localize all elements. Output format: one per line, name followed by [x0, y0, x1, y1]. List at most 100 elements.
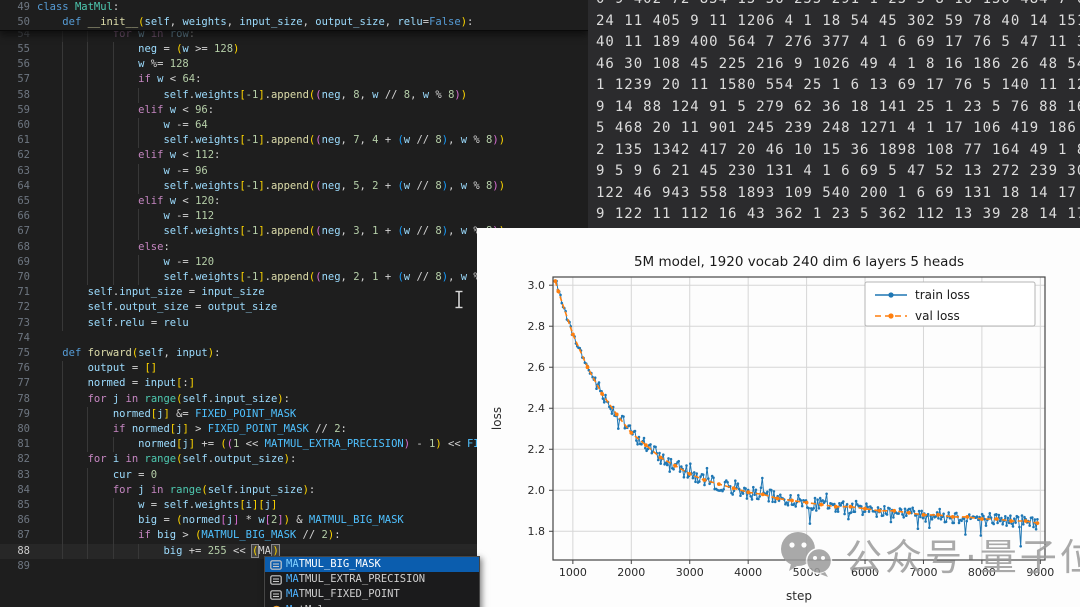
code-text: w %= 128 [37, 57, 189, 72]
svg-text:train loss: train loss [915, 288, 970, 302]
code-text: self.weights[-1].append((neg, 5, 2 + (w … [37, 179, 505, 194]
autocomplete-item-MatMul[interactable]: MatMul [265, 603, 479, 607]
autocomplete-item-MATMUL_BIG_MASK[interactable]: MATMUL_BIG_MASK [265, 557, 479, 572]
line-number[interactable]: 72 [0, 300, 30, 315]
code-text: class MatMul: [37, 0, 119, 15]
code-text: elif w < 96: [37, 103, 214, 118]
line-number[interactable]: 60 [0, 118, 30, 133]
line-number[interactable]: 80 [0, 422, 30, 437]
line-number[interactable]: 89 [0, 559, 30, 574]
numbers-row: 24 11 405 9 11 1206 4 1 18 54 45 302 59 … [596, 11, 1080, 33]
code-text: big = (normed[j] * w[2]) & MATMUL_BIG_MA… [37, 513, 404, 528]
line-number[interactable]: 78 [0, 392, 30, 407]
autocomplete-popup[interactable]: MATMUL_BIG_MASKMATMUL_EXTRA_PRECISIONMAT… [264, 556, 480, 607]
line-number[interactable]: 68 [0, 240, 30, 255]
code-text: def forward(self, input): [37, 346, 220, 361]
numbers-row: 122 46 943 558 1893 109 540 200 1 6 69 1… [596, 183, 1080, 205]
line-number[interactable]: 63 [0, 164, 30, 179]
code-text: self.weights[-1].append((neg, 3, 1 + (w … [37, 224, 505, 239]
line-number[interactable]: 66 [0, 209, 30, 224]
autocomplete-label: MATMUL_BIG_MASK [286, 557, 381, 572]
code-text: for j in range(self.input_size): [37, 483, 315, 498]
line-number[interactable]: 58 [0, 88, 30, 103]
svg-text:9000: 9000 [1026, 566, 1054, 579]
line-number[interactable]: 87 [0, 528, 30, 543]
chart-window: 1000200030004000500060007000800090001.82… [477, 228, 1080, 607]
line-number[interactable]: 73 [0, 316, 30, 331]
line-number[interactable]: 86 [0, 513, 30, 528]
line-number[interactable]: 55 [0, 42, 30, 57]
code-text: self.weights[-1].append((neg, 2, 1 + (w … [37, 270, 505, 285]
line-number[interactable]: 70 [0, 270, 30, 285]
code-text: output = [] [37, 361, 157, 376]
line-number[interactable]: 57 [0, 72, 30, 87]
chart-title: 5M model, 1920 vocab 240 dim 6 layers 5 … [634, 254, 964, 270]
numbers-output-panel[interactable]: 0 9 402 72 854 15 56 255 291 1 25 5 8 16… [588, 0, 1080, 229]
line-number[interactable]: 81 [0, 437, 30, 452]
line-number[interactable]: 67 [0, 224, 30, 239]
svg-text:8000: 8000 [968, 566, 996, 579]
code-text: for j in range(self.input_size): [37, 392, 290, 407]
code-text: w -= 64 [37, 118, 208, 133]
code-text: normed[j] += ((1 << MATMUL_EXTRA_PRECISI… [37, 437, 537, 452]
line-number[interactable]: 88 [0, 544, 30, 559]
constant-icon [268, 560, 284, 570]
numbers-row: 5 468 20 11 901 245 239 248 1271 4 1 17 … [596, 118, 1080, 140]
line-number[interactable]: 49 [0, 0, 30, 15]
line-number[interactable]: 82 [0, 452, 30, 467]
line-number[interactable]: 79 [0, 407, 30, 422]
code-text: if w < 64: [37, 72, 201, 87]
code-text: self.input_size = input_size [37, 285, 265, 300]
line-number[interactable]: 71 [0, 285, 30, 300]
line-number[interactable]: 64 [0, 179, 30, 194]
line-number[interactable]: 76 [0, 361, 30, 376]
code-text: self.weights[-1].append((neg, 8, w // 8,… [37, 88, 467, 103]
sticky-scroll-header[interactable]: 49 class MatMul: 50 def __init__(self, wei… [0, 0, 588, 31]
code-text: def __init__(self, weights, input_size, … [37, 15, 473, 30]
x-axis-label: step [786, 589, 812, 603]
code-text: normed[j] &= FIXED_POINT_MASK [37, 407, 296, 422]
code-text: for i in range(self.output_size): [37, 452, 296, 467]
line-number[interactable]: 85 [0, 498, 30, 513]
loss-chart: 1000200030004000500060007000800090001.82… [477, 228, 1080, 607]
line-number[interactable]: 75 [0, 346, 30, 361]
numbers-row: 0 9 402 72 854 15 56 255 291 1 25 5 8 16… [596, 0, 1080, 11]
code-text: if big > (MATMUL_BIG_MASK // 2): [37, 528, 341, 543]
line-number[interactable]: 62 [0, 148, 30, 163]
constant-icon [268, 590, 284, 600]
line-number[interactable]: 74 [0, 331, 30, 346]
svg-text:4000: 4000 [734, 566, 762, 579]
autocomplete-item-MATMUL_FIXED_POINT[interactable]: MATMUL_FIXED_POINT [265, 587, 479, 602]
code-text: self.weights[-1].append((neg, 7, 4 + (w … [37, 133, 505, 148]
numbers-row: 40 11 189 400 564 7 276 377 4 1 6 69 17 … [596, 32, 1080, 54]
code-text: w = self.weights[i][j] [37, 498, 277, 513]
numbers-row: 9 5 9 6 21 45 230 131 4 1 6 69 5 47 52 1… [596, 161, 1080, 183]
constant-icon [268, 575, 284, 585]
line-number[interactable]: 77 [0, 376, 30, 391]
autocomplete-item-MATMUL_EXTRA_PRECISION[interactable]: MATMUL_EXTRA_PRECISION [265, 572, 479, 587]
numbers-row: 46 30 108 45 225 216 9 1026 49 4 1 8 16 … [596, 54, 1080, 76]
line-number[interactable]: 84 [0, 483, 30, 498]
line-number[interactable]: 50 [0, 15, 30, 30]
code-text: elif w < 120: [37, 194, 220, 209]
svg-text:2.4: 2.4 [528, 402, 546, 415]
code-text: w -= 120 [37, 255, 214, 270]
line-number[interactable]: 61 [0, 133, 30, 148]
code-text: self.output_size = output_size [37, 300, 277, 315]
y-axis-label: loss [490, 407, 504, 430]
svg-text:1.8: 1.8 [528, 525, 546, 538]
autocomplete-label: MatMul [286, 603, 324, 607]
code-text: elif w < 112: [37, 148, 220, 163]
autocomplete-label: MATMUL_EXTRA_PRECISION [286, 572, 425, 587]
line-number[interactable]: 59 [0, 103, 30, 118]
numbers-row: 9 14 88 124 91 5 279 62 36 18 141 25 1 2… [596, 97, 1080, 119]
code-text: else: [37, 240, 170, 255]
line-number[interactable]: 65 [0, 194, 30, 209]
svg-text:2.0: 2.0 [528, 484, 546, 497]
line-number[interactable]: 56 [0, 57, 30, 72]
line-number[interactable]: 69 [0, 255, 30, 270]
svg-text:2.6: 2.6 [528, 361, 546, 374]
code-text: cur = 0 [37, 468, 157, 483]
svg-text:3.0: 3.0 [528, 279, 546, 292]
line-number[interactable]: 83 [0, 468, 30, 483]
